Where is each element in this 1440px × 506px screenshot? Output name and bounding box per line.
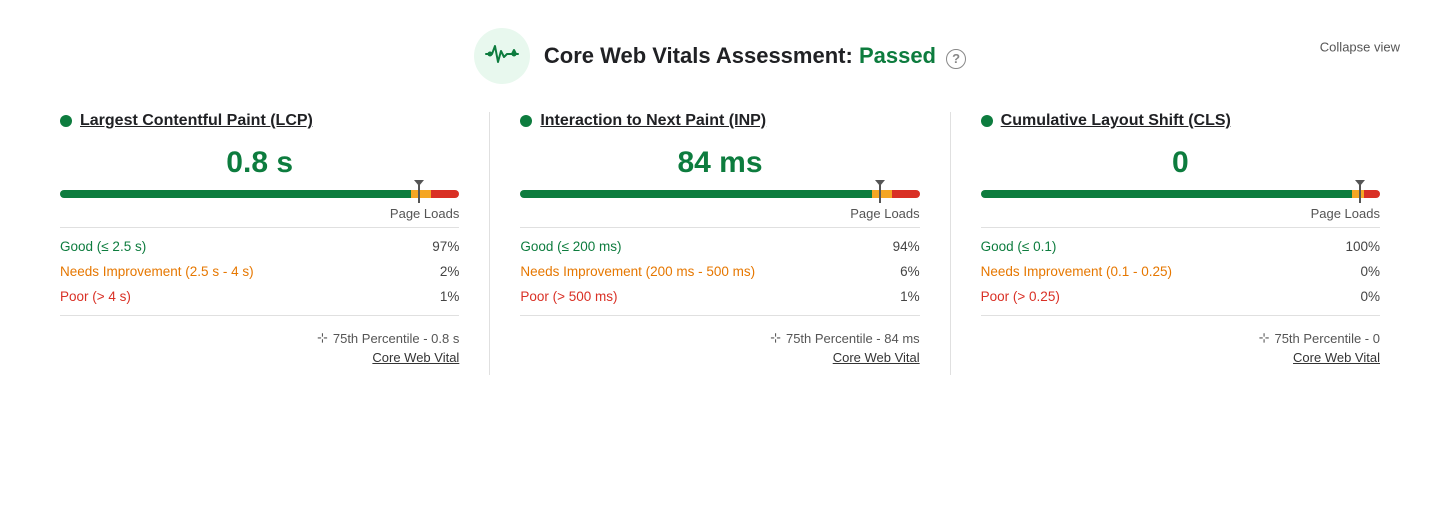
metric-title-text-cls: Cumulative Layout Shift (CLS) xyxy=(1001,112,1231,130)
stat-value-cls-2: 0% xyxy=(1360,289,1380,304)
metric-value-inp: 84 ms xyxy=(520,146,919,180)
stat-label-cls-0: Good (≤ 0.1) xyxy=(981,239,1057,254)
percentile-text-inp: 75th Percentile - 84 ms xyxy=(786,331,920,346)
stat-value-cls-1: 0% xyxy=(1360,264,1380,279)
pin-icon-lcp: ⊹ xyxy=(317,330,328,346)
core-web-vital-link-inp[interactable]: Core Web Vital xyxy=(520,350,919,375)
metric-dot-cls xyxy=(981,115,993,127)
bar-red-inp xyxy=(892,190,920,198)
metric-bar-inp xyxy=(520,190,919,198)
metric-panel-lcp: Largest Contentful Paint (LCP) 0.8 s Page … xyxy=(30,112,490,375)
pin-icon-cls: ⊹ xyxy=(1259,330,1270,346)
stat-row-cls-1: Needs Improvement (0.1 - 0.25) 0% xyxy=(981,259,1380,284)
bar-yellow-inp xyxy=(872,190,892,198)
metric-panel-inp: Interaction to Next Paint (INP) 84 ms Page… xyxy=(490,112,950,375)
stat-label-inp-0: Good (≤ 200 ms) xyxy=(520,239,621,254)
bar-green-inp xyxy=(520,190,871,198)
metric-title-text-inp: Interaction to Next Paint (INP) xyxy=(540,112,766,130)
stat-row-lcp-2: Poor (> 4 s) 1% xyxy=(60,284,459,309)
metric-dot-inp xyxy=(520,115,532,127)
stat-value-lcp-1: 2% xyxy=(440,264,460,279)
bar-yellow-cls xyxy=(1352,190,1364,198)
page-title: Core Web Vitals Assessment: Passed ? xyxy=(544,43,966,69)
vitals-icon-wrap xyxy=(474,28,530,84)
stat-value-lcp-2: 1% xyxy=(440,289,460,304)
percentile-row-cls: ⊹ 75th Percentile - 0 xyxy=(981,322,1380,350)
divider-bottom-inp xyxy=(520,315,919,316)
help-icon[interactable]: ? xyxy=(946,49,966,69)
header: Core Web Vitals Assessment: Passed ? Col… xyxy=(0,0,1440,94)
collapse-view-button[interactable]: Collapse view xyxy=(1320,40,1400,55)
percentile-text-cls: 75th Percentile - 0 xyxy=(1274,331,1380,346)
metric-title-cls[interactable]: Cumulative Layout Shift (CLS) xyxy=(981,112,1380,130)
stat-value-lcp-0: 97% xyxy=(432,239,459,254)
stat-row-inp-2: Poor (> 500 ms) 1% xyxy=(520,284,919,309)
stat-row-cls-2: Poor (> 0.25) 0% xyxy=(981,284,1380,309)
stat-label-inp-1: Needs Improvement (200 ms - 500 ms) xyxy=(520,264,755,279)
metric-panel-cls: Cumulative Layout Shift (CLS) 0 Page Loads… xyxy=(951,112,1410,375)
stat-label-lcp-2: Poor (> 4 s) xyxy=(60,289,131,304)
bar-red-lcp xyxy=(431,190,459,198)
page-loads-label-cls: Page Loads xyxy=(981,206,1380,221)
stat-row-inp-1: Needs Improvement (200 ms - 500 ms) 6% xyxy=(520,259,919,284)
bar-marker-lcp xyxy=(418,185,420,203)
stat-value-inp-2: 1% xyxy=(900,289,920,304)
stat-label-lcp-0: Good (≤ 2.5 s) xyxy=(60,239,146,254)
stat-row-lcp-0: Good (≤ 2.5 s) 97% xyxy=(60,234,459,259)
stat-value-cls-0: 100% xyxy=(1345,239,1380,254)
percentile-row-lcp: ⊹ 75th Percentile - 0.8 s xyxy=(60,322,459,350)
metrics-row: Largest Contentful Paint (LCP) 0.8 s Page … xyxy=(0,94,1440,375)
stat-value-inp-1: 6% xyxy=(900,264,920,279)
metric-title-text-lcp: Largest Contentful Paint (LCP) xyxy=(80,112,313,130)
bar-marker-inp xyxy=(879,185,881,203)
bar-green-lcp xyxy=(60,190,411,198)
divider-top-cls xyxy=(981,227,1380,228)
bar-yellow-lcp xyxy=(411,190,431,198)
stat-label-cls-1: Needs Improvement (0.1 - 0.25) xyxy=(981,264,1172,279)
stat-label-cls-2: Poor (> 0.25) xyxy=(981,289,1060,304)
metric-title-lcp[interactable]: Largest Contentful Paint (LCP) xyxy=(60,112,459,130)
metric-value-cls: 0 xyxy=(981,146,1380,180)
core-web-vital-link-cls[interactable]: Core Web Vital xyxy=(981,350,1380,375)
stat-row-inp-0: Good (≤ 200 ms) 94% xyxy=(520,234,919,259)
core-web-vital-link-lcp[interactable]: Core Web Vital xyxy=(60,350,459,375)
metric-bar-cls xyxy=(981,190,1380,198)
bar-green-cls xyxy=(981,190,1352,198)
divider-bottom-cls xyxy=(981,315,1380,316)
page-loads-label-inp: Page Loads xyxy=(520,206,919,221)
stat-label-lcp-1: Needs Improvement (2.5 s - 4 s) xyxy=(60,264,254,279)
percentile-text-lcp: 75th Percentile - 0.8 s xyxy=(333,331,459,346)
metric-bar-lcp xyxy=(60,190,459,198)
divider-bottom-lcp xyxy=(60,315,459,316)
stat-row-cls-0: Good (≤ 0.1) 100% xyxy=(981,234,1380,259)
stat-row-lcp-1: Needs Improvement (2.5 s - 4 s) 2% xyxy=(60,259,459,284)
metric-value-lcp: 0.8 s xyxy=(60,146,459,180)
divider-top-lcp xyxy=(60,227,459,228)
divider-top-inp xyxy=(520,227,919,228)
metric-title-inp[interactable]: Interaction to Next Paint (INP) xyxy=(520,112,919,130)
stat-label-inp-2: Poor (> 500 ms) xyxy=(520,289,617,304)
bar-marker-cls xyxy=(1359,185,1361,203)
pulse-icon xyxy=(484,41,520,72)
bar-red-cls xyxy=(1364,190,1380,198)
page-loads-label-lcp: Page Loads xyxy=(60,206,459,221)
stat-value-inp-0: 94% xyxy=(893,239,920,254)
percentile-row-inp: ⊹ 75th Percentile - 84 ms xyxy=(520,322,919,350)
metric-dot-lcp xyxy=(60,115,72,127)
pin-icon-inp: ⊹ xyxy=(770,330,781,346)
